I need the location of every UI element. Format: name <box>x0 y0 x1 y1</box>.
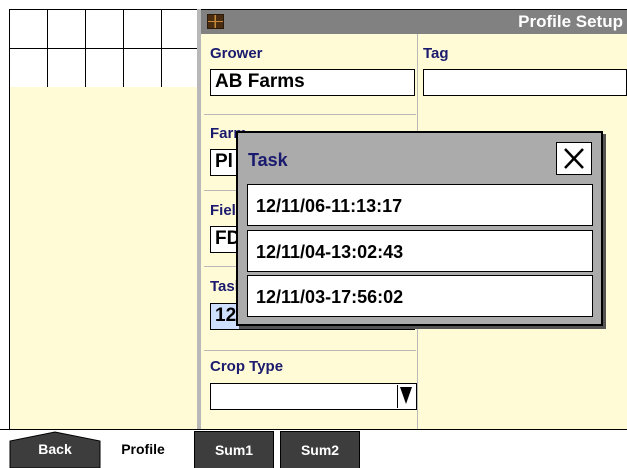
tab-bar: Back Profile Sum1 Sum2 <box>0 429 627 468</box>
tab-sum2[interactable]: Sum2 <box>280 431 360 468</box>
popup-title: Task <box>248 150 288 170</box>
soft-key-6[interactable] <box>10 49 48 88</box>
tab-sum1[interactable]: Sum1 <box>194 431 274 468</box>
tab-back-label: Back <box>38 441 72 457</box>
close-button[interactable] <box>556 142 592 175</box>
soft-key-grid <box>9 9 201 88</box>
soft-key-7[interactable] <box>48 49 86 88</box>
soft-key-2[interactable] <box>48 10 86 49</box>
separator <box>204 114 416 115</box>
soft-key-1[interactable] <box>10 10 48 49</box>
tab-back[interactable]: Back <box>9 431 101 468</box>
tab-profile-label: Profile <box>121 441 165 457</box>
separator <box>204 350 416 351</box>
tab-sum1-label: Sum1 <box>214 442 254 458</box>
task-popup: Task 12/11/06-11:13:17 12/11/04-13:02:43… <box>236 131 603 326</box>
left-pane <box>9 87 201 429</box>
close-icon <box>564 148 584 169</box>
soft-key-8[interactable] <box>86 49 124 88</box>
page-title: Profile Setup <box>518 12 623 31</box>
app-grid-icon <box>207 14 224 29</box>
triangle-down-icon[interactable] <box>397 385 415 408</box>
grower-label: Grower <box>210 45 263 62</box>
soft-key-5[interactable] <box>162 10 198 49</box>
screen: Profile Setup Grower AB Farms Tag Farm P… <box>0 0 627 468</box>
crop-type-dropdown[interactable] <box>210 383 417 410</box>
tag-field[interactable] <box>423 69 627 96</box>
task-list-item[interactable]: 12/11/04-13:02:43 <box>247 230 593 272</box>
task-list-item[interactable]: 12/11/06-11:13:17 <box>247 184 593 226</box>
soft-key-4[interactable] <box>124 10 162 49</box>
grower-field[interactable]: AB Farms <box>210 69 415 96</box>
soft-key-9[interactable] <box>124 49 162 88</box>
tab-sum2-label: Sum2 <box>300 442 340 458</box>
task-list-item[interactable]: 12/11/03-17:56:02 <box>247 275 593 317</box>
soft-key-10[interactable] <box>162 49 198 88</box>
tab-profile[interactable]: Profile <box>101 431 185 468</box>
crop-type-label: Crop Type <box>210 358 284 375</box>
tag-label: Tag <box>423 45 449 62</box>
title-bar: Profile Setup <box>201 10 627 34</box>
soft-key-3[interactable] <box>86 10 124 49</box>
